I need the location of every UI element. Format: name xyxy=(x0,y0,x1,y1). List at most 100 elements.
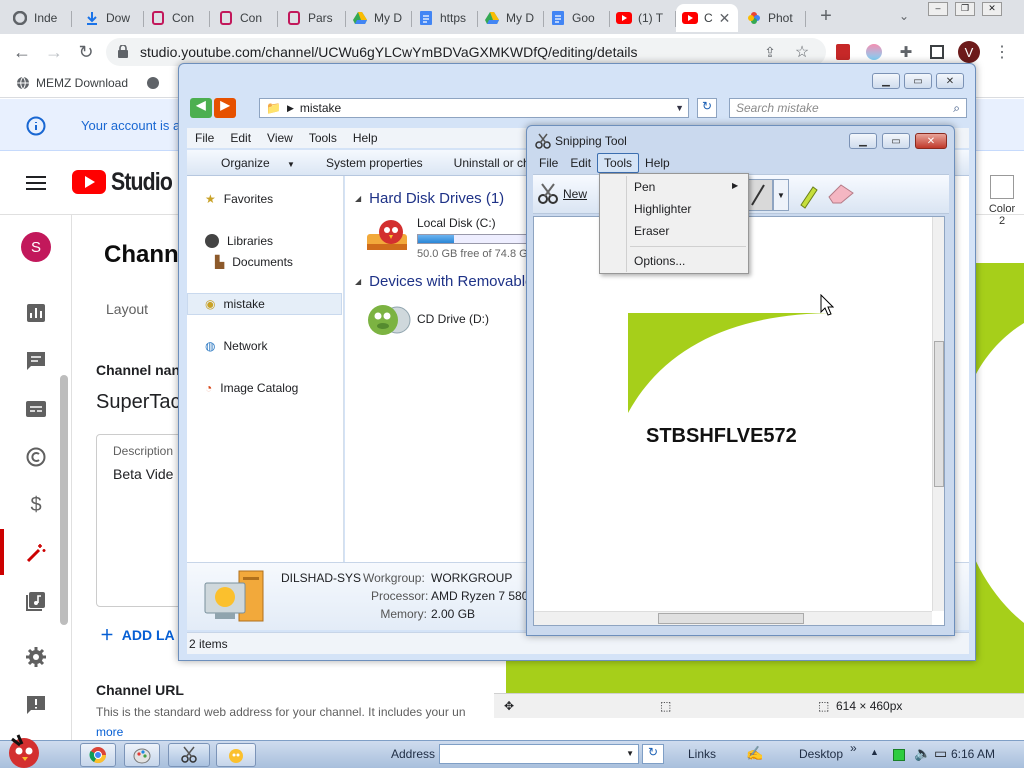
analytics-icon[interactable] xyxy=(24,301,48,325)
browser-tab[interactable]: Phot xyxy=(740,4,806,32)
explorer-close-button[interactable]: ✕ xyxy=(936,73,964,89)
browser-tab-active[interactable]: C ✕ xyxy=(676,4,738,32)
settings-gear-icon[interactable] xyxy=(24,645,48,669)
sidebar-scrollbar[interactable] xyxy=(60,375,68,625)
menu-help[interactable]: Help xyxy=(639,154,676,172)
network-status-icon[interactable] xyxy=(893,749,905,761)
menu-view[interactable]: View xyxy=(259,131,301,145)
explorer-maximize-button[interactable]: ▭ xyxy=(904,73,932,89)
menu-edit[interactable]: Edit xyxy=(222,131,259,145)
minimize-button[interactable]: – xyxy=(928,2,948,16)
browser-tab[interactable]: Pars xyxy=(280,4,346,32)
snip-maximize-button[interactable]: ▭ xyxy=(882,133,910,149)
volume-icon[interactable]: 🔈 xyxy=(914,745,931,762)
menu-edit[interactable]: Edit xyxy=(564,154,597,172)
browser-tab[interactable]: Con xyxy=(212,4,278,32)
comments-icon[interactable] xyxy=(24,349,48,373)
menu-file[interactable]: File xyxy=(533,154,564,172)
side-panel-icon[interactable] xyxy=(930,45,944,59)
back-arrow-icon[interactable]: ◀ xyxy=(190,98,212,118)
removable-group-header[interactable]: ◢ Devices with Removable xyxy=(355,273,533,290)
power-icon[interactable]: ▭ xyxy=(934,745,947,762)
explorer-address-bar[interactable]: 📁 ▶ mistake ▼ xyxy=(259,98,689,118)
start-bird-icon[interactable] xyxy=(4,731,46,769)
nav-favorites[interactable]: ★ Favorites xyxy=(205,192,273,206)
menu-item-pen[interactable]: Pen xyxy=(634,180,655,194)
address-dropdown-icon[interactable]: ▼ xyxy=(675,103,684,113)
browser-tab[interactable]: My D xyxy=(478,4,544,32)
snip-minimize-button[interactable]: ▁ xyxy=(849,133,877,149)
taskbar-chrome-button[interactable] xyxy=(80,743,116,767)
menu-tools[interactable]: Tools xyxy=(301,131,345,145)
vertical-scrollbar[interactable] xyxy=(932,217,944,611)
horizontal-scrollbar[interactable] xyxy=(534,611,932,625)
menu-help[interactable]: Help xyxy=(345,131,386,145)
bookmark-star-icon[interactable]: ☆ xyxy=(790,40,814,64)
chevron-icon[interactable]: » xyxy=(850,741,857,755)
new-tab-button[interactable]: + xyxy=(814,4,838,28)
taskbar-address-input[interactable]: ▼ xyxy=(439,744,639,764)
eraser-icon[interactable] xyxy=(827,183,855,205)
taskbar-paint-button[interactable] xyxy=(124,743,160,767)
menu-file[interactable]: File xyxy=(187,131,222,145)
snip-close-button[interactable]: ✕ xyxy=(915,133,947,149)
snip-capture-canvas[interactable]: STBSHFLVE572 xyxy=(533,216,945,626)
youtube-logo-icon[interactable] xyxy=(72,170,106,194)
tab-search-chevron-icon[interactable]: ⌄ xyxy=(892,4,916,28)
search-icon[interactable]: ⌕ xyxy=(953,101,960,116)
audio-library-icon[interactable] xyxy=(24,589,48,613)
horizontal-scroll-thumb[interactable] xyxy=(658,613,804,624)
address-bar[interactable]: studio.youtube.com/channel/UCWu6gYLCwYmB… xyxy=(106,38,826,66)
globe-icon[interactable] xyxy=(146,76,160,90)
share-icon[interactable]: ⇪ xyxy=(758,40,782,64)
add-links-button[interactable]: ＋ ADD LA xyxy=(100,625,175,645)
hdd-group-header[interactable]: ◢ Hard Disk Drives (1) xyxy=(355,190,504,207)
channel-avatar[interactable]: S xyxy=(21,232,51,262)
taskbar-explorer-button[interactable] xyxy=(216,743,256,767)
go-refresh-icon[interactable]: ↻ xyxy=(642,744,664,764)
explorer-search-input[interactable]: Search mistake ⌕ xyxy=(729,98,967,118)
nav-mistake[interactable]: ◉ mistake xyxy=(205,297,265,311)
reload-icon[interactable]: ↻ xyxy=(74,40,98,64)
browser-tab[interactable]: (1) T xyxy=(610,4,676,32)
hamburger-menu-icon[interactable] xyxy=(26,175,46,191)
clock[interactable]: 6:16 AM xyxy=(951,747,995,761)
explorer-minimize-button[interactable]: ▁ xyxy=(872,73,900,89)
taskbar-snipping-button[interactable] xyxy=(168,743,210,767)
puzzle-icon[interactable]: ✚ xyxy=(894,40,918,64)
tray-up-arrow-icon[interactable]: ▲ xyxy=(870,747,879,757)
refresh-icon[interactable]: ↻ xyxy=(697,98,717,118)
extension-shield-icon[interactable] xyxy=(836,44,850,60)
earn-dollar-icon[interactable]: $ xyxy=(24,493,48,517)
dropdown-arrow-icon[interactable]: ▼ xyxy=(626,749,634,758)
browser-tab[interactable]: My D xyxy=(346,4,412,32)
menu-item-options[interactable]: Options... xyxy=(634,254,685,268)
menu-item-eraser[interactable]: Eraser xyxy=(634,224,669,238)
local-disk-item[interactable]: Local Disk (C:) 50.0 GB free of 74.8 G xyxy=(365,214,529,266)
customization-wand-icon[interactable] xyxy=(24,541,48,565)
profile-avatar[interactable]: V xyxy=(958,41,980,63)
more-link[interactable]: more xyxy=(96,725,123,739)
highlighter-icon[interactable] xyxy=(797,181,821,209)
nav-documents[interactable]: ▙ Documents xyxy=(215,255,293,269)
tab-layout[interactable]: Layout xyxy=(106,301,148,317)
pen-button[interactable] xyxy=(745,179,773,211)
menu-tools[interactable]: Tools xyxy=(597,153,640,173)
subtitles-icon[interactable] xyxy=(24,397,48,421)
browser-tab[interactable]: Con xyxy=(144,4,210,32)
browser-tab[interactable]: Inde xyxy=(6,4,72,32)
forward-arrow-icon[interactable]: → xyxy=(42,40,66,64)
nav-network[interactable]: ◍ Network xyxy=(205,339,268,353)
forward-arrow-icon[interactable]: ▶ xyxy=(214,98,236,118)
close-window-button[interactable]: ✕ xyxy=(982,2,1002,16)
browser-tab[interactable]: https xyxy=(412,4,478,32)
nav-libraries[interactable]: Libraries xyxy=(205,234,273,248)
desktop-toolbar-label[interactable]: Desktop xyxy=(799,747,843,761)
extension-icon[interactable] xyxy=(866,44,882,60)
links-label[interactable]: Links xyxy=(688,747,716,761)
channel-name-value[interactable]: SuperTac xyxy=(96,391,181,414)
vertical-scroll-thumb[interactable] xyxy=(934,341,944,487)
back-arrow-icon[interactable]: ← xyxy=(10,40,34,64)
checklist-icon[interactable]: ✍ xyxy=(746,745,763,762)
nav-image-catalog[interactable]: ◔ Image Catalog xyxy=(205,381,298,395)
